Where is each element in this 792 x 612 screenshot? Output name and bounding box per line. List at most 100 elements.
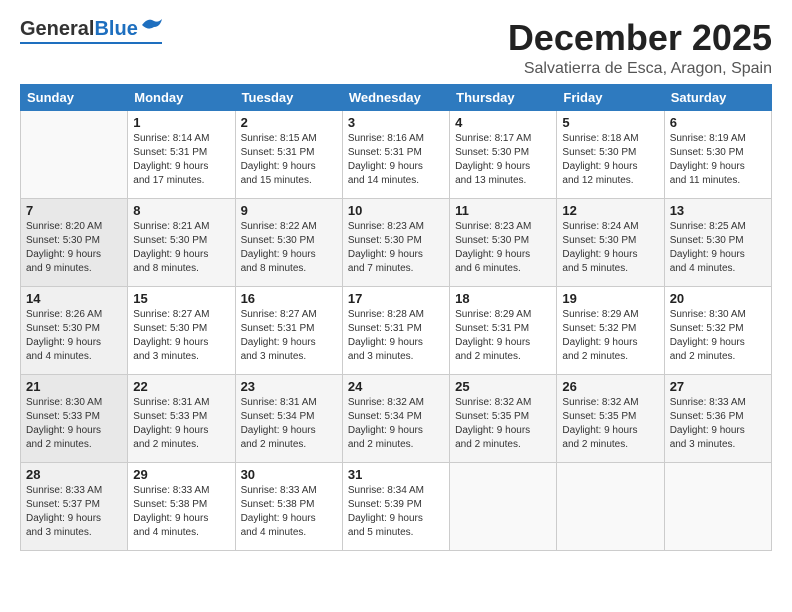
day-number: 9: [241, 203, 337, 218]
logo-blue: Blue: [94, 18, 137, 41]
calendar-cell: 20 Sunrise: 8:30 AMSunset: 5:32 PMDayligh…: [664, 286, 771, 374]
calendar-cell: 19 Sunrise: 8:29 AMSunset: 5:32 PMDayligh…: [557, 286, 664, 374]
day-info: Sunrise: 8:24 AMSunset: 5:30 PMDaylight:…: [562, 220, 658, 276]
calendar-cell: 31 Sunrise: 8:34 AMSunset: 5:39 PMDayligh…: [342, 462, 449, 550]
day-info: Sunrise: 8:32 AMSunset: 5:34 PMDaylight:…: [348, 396, 444, 452]
day-info: Sunrise: 8:33 AMSunset: 5:37 PMDaylight:…: [26, 484, 122, 540]
day-number: 14: [26, 291, 122, 306]
calendar-cell: 18 Sunrise: 8:29 AMSunset: 5:31 PMDayligh…: [450, 286, 557, 374]
day-number: 24: [348, 379, 444, 394]
calendar-cell: 4 Sunrise: 8:17 AMSunset: 5:30 PMDaylight…: [450, 110, 557, 198]
calendar-cell: 1 Sunrise: 8:14 AMSunset: 5:31 PMDaylight…: [128, 110, 235, 198]
location: Salvatierra de Esca, Aragon, Spain: [508, 60, 772, 78]
day-info: Sunrise: 8:30 AMSunset: 5:32 PMDaylight:…: [670, 308, 766, 364]
day-number: 10: [348, 203, 444, 218]
calendar-week-row: 7 Sunrise: 8:20 AMSunset: 5:30 PMDaylight…: [21, 198, 772, 286]
day-number: 3: [348, 115, 444, 130]
day-number: 29: [133, 467, 229, 482]
day-number: 13: [670, 203, 766, 218]
calendar-week-row: 28Sunrise: 8:33 AMSunset: 5:37 PMDayligh…: [21, 462, 772, 550]
day-number: 4: [455, 115, 551, 130]
day-number: 5: [562, 115, 658, 130]
day-number: 11: [455, 203, 551, 218]
calendar-cell: 13 Sunrise: 8:25 AMSunset: 5:30 PMDayligh…: [664, 198, 771, 286]
calendar-cell: [450, 462, 557, 550]
day-number: 17: [348, 291, 444, 306]
calendar-week-row: 21Sunrise: 8:30 AMSunset: 5:33 PMDayligh…: [21, 374, 772, 462]
day-number: 31: [348, 467, 444, 482]
logo-general: General: [20, 18, 94, 41]
calendar-cell: 17 Sunrise: 8:28 AMSunset: 5:31 PMDayligh…: [342, 286, 449, 374]
day-info: Sunrise: 8:33 AMSunset: 5:38 PMDaylight:…: [241, 484, 337, 540]
title-block: December 2025 Salvatierra de Esca, Arago…: [508, 18, 772, 78]
calendar-cell: 11 Sunrise: 8:23 AMSunset: 5:30 PMDayligh…: [450, 198, 557, 286]
day-number: 25: [455, 379, 551, 394]
weekday-header-friday: Friday: [557, 84, 664, 110]
calendar-cell: 12Sunrise: 8:24 AMSunset: 5:30 PMDayligh…: [557, 198, 664, 286]
day-info: Sunrise: 8:15 AMSunset: 5:31 PMDaylight:…: [241, 132, 337, 188]
calendar-cell: [557, 462, 664, 550]
day-number: 19: [562, 291, 658, 306]
day-number: 16: [241, 291, 337, 306]
day-info: Sunrise: 8:20 AMSunset: 5:30 PMDaylight:…: [26, 220, 122, 276]
day-number: 18: [455, 291, 551, 306]
weekday-header-sunday: Sunday: [21, 84, 128, 110]
calendar-cell: 10Sunrise: 8:23 AMSunset: 5:30 PMDayligh…: [342, 198, 449, 286]
day-number: 20: [670, 291, 766, 306]
day-info: Sunrise: 8:34 AMSunset: 5:39 PMDaylight:…: [348, 484, 444, 540]
day-info: Sunrise: 8:33 AMSunset: 5:38 PMDaylight:…: [133, 484, 229, 540]
calendar-cell: 21Sunrise: 8:30 AMSunset: 5:33 PMDayligh…: [21, 374, 128, 462]
day-info: Sunrise: 8:14 AMSunset: 5:31 PMDaylight:…: [133, 132, 229, 188]
day-info: Sunrise: 8:29 AMSunset: 5:32 PMDaylight:…: [562, 308, 658, 364]
day-number: 8: [133, 203, 229, 218]
day-number: 1: [133, 115, 229, 130]
day-info: Sunrise: 8:31 AMSunset: 5:34 PMDaylight:…: [241, 396, 337, 452]
day-info: Sunrise: 8:16 AMSunset: 5:31 PMDaylight:…: [348, 132, 444, 188]
logo: General Blue: [20, 18, 162, 44]
day-info: Sunrise: 8:26 AMSunset: 5:30 PMDaylight:…: [26, 308, 122, 364]
logo-bird-icon: [140, 17, 162, 33]
calendar-cell: 30 Sunrise: 8:33 AMSunset: 5:38 PMDayligh…: [235, 462, 342, 550]
day-info: Sunrise: 8:29 AMSunset: 5:31 PMDaylight:…: [455, 308, 551, 364]
weekday-header-tuesday: Tuesday: [235, 84, 342, 110]
calendar-cell: [664, 462, 771, 550]
calendar-week-row: 1 Sunrise: 8:14 AMSunset: 5:31 PMDaylight…: [21, 110, 772, 198]
calendar-cell: 24 Sunrise: 8:32 AMSunset: 5:34 PMDayligh…: [342, 374, 449, 462]
day-number: 30: [241, 467, 337, 482]
day-number: 2: [241, 115, 337, 130]
day-number: 22: [133, 379, 229, 394]
day-number: 26: [562, 379, 658, 394]
calendar-cell: 27Sunrise: 8:33 AMSunset: 5:36 PMDayligh…: [664, 374, 771, 462]
calendar-cell: 8 Sunrise: 8:21 AMSunset: 5:30 PMDaylight…: [128, 198, 235, 286]
day-info: Sunrise: 8:32 AMSunset: 5:35 PMDaylight:…: [562, 396, 658, 452]
calendar-cell: 7 Sunrise: 8:20 AMSunset: 5:30 PMDaylight…: [21, 198, 128, 286]
weekday-header-monday: Monday: [128, 84, 235, 110]
day-info: Sunrise: 8:17 AMSunset: 5:30 PMDaylight:…: [455, 132, 551, 188]
weekday-header-row: SundayMondayTuesdayWednesdayThursdayFrid…: [21, 84, 772, 110]
calendar-cell: 6 Sunrise: 8:19 AMSunset: 5:30 PMDaylight…: [664, 110, 771, 198]
day-info: Sunrise: 8:22 AMSunset: 5:30 PMDaylight:…: [241, 220, 337, 276]
calendar-cell: 25Sunrise: 8:32 AMSunset: 5:35 PMDayligh…: [450, 374, 557, 462]
calendar-cell: 2 Sunrise: 8:15 AMSunset: 5:31 PMDaylight…: [235, 110, 342, 198]
calendar-week-row: 14 Sunrise: 8:26 AMSunset: 5:30 PMDayligh…: [21, 286, 772, 374]
calendar-cell: 3 Sunrise: 8:16 AMSunset: 5:31 PMDaylight…: [342, 110, 449, 198]
day-number: 6: [670, 115, 766, 130]
calendar-table: SundayMondayTuesdayWednesdayThursdayFrid…: [20, 84, 772, 551]
calendar-cell: 22Sunrise: 8:31 AMSunset: 5:33 PMDayligh…: [128, 374, 235, 462]
calendar-cell: 16Sunrise: 8:27 AMSunset: 5:31 PMDayligh…: [235, 286, 342, 374]
day-info: Sunrise: 8:19 AMSunset: 5:30 PMDaylight:…: [670, 132, 766, 188]
calendar-cell: 26 Sunrise: 8:32 AMSunset: 5:35 PMDayligh…: [557, 374, 664, 462]
day-number: 27: [670, 379, 766, 394]
day-info: Sunrise: 8:28 AMSunset: 5:31 PMDaylight:…: [348, 308, 444, 364]
calendar-cell: 15Sunrise: 8:27 AMSunset: 5:30 PMDayligh…: [128, 286, 235, 374]
day-info: Sunrise: 8:18 AMSunset: 5:30 PMDaylight:…: [562, 132, 658, 188]
calendar-cell: 5 Sunrise: 8:18 AMSunset: 5:30 PMDaylight…: [557, 110, 664, 198]
day-info: Sunrise: 8:25 AMSunset: 5:30 PMDaylight:…: [670, 220, 766, 276]
weekday-header-thursday: Thursday: [450, 84, 557, 110]
day-number: 7: [26, 203, 122, 218]
calendar-cell: 29 Sunrise: 8:33 AMSunset: 5:38 PMDayligh…: [128, 462, 235, 550]
weekday-header-wednesday: Wednesday: [342, 84, 449, 110]
day-info: Sunrise: 8:21 AMSunset: 5:30 PMDaylight:…: [133, 220, 229, 276]
day-info: Sunrise: 8:23 AMSunset: 5:30 PMDaylight:…: [455, 220, 551, 276]
weekday-header-saturday: Saturday: [664, 84, 771, 110]
